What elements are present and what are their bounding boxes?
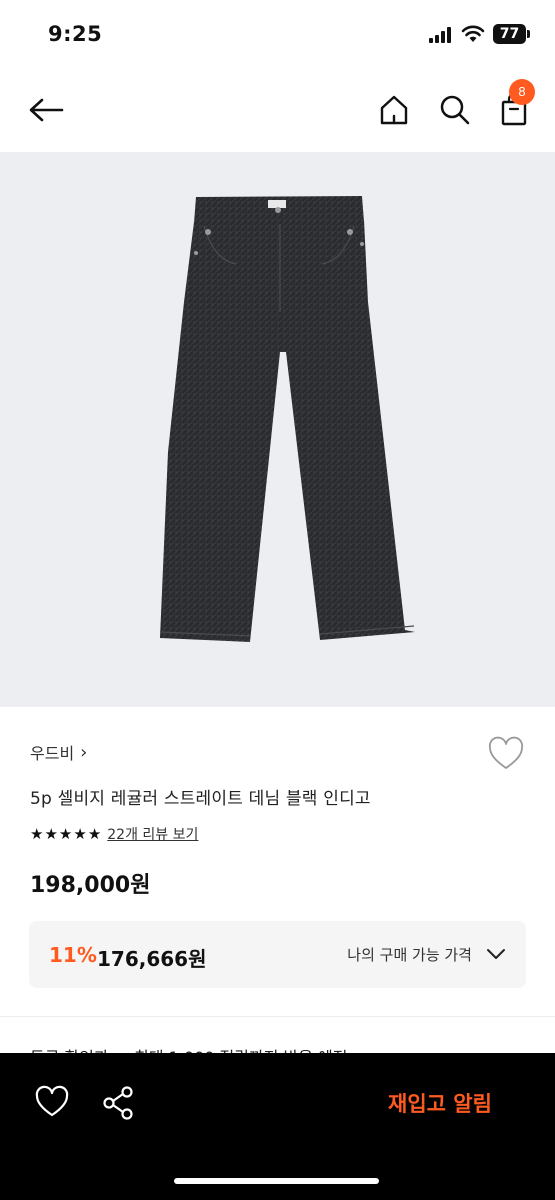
jeans-image xyxy=(159,196,415,642)
chevron-right-icon: › xyxy=(80,741,88,763)
home-button[interactable] xyxy=(376,92,412,128)
benefit-price-box[interactable]: 11% 176,666원 나의 구매 가능 가격 xyxy=(29,921,526,988)
wifi-icon xyxy=(461,25,485,42)
product-image[interactable] xyxy=(0,152,555,707)
star-icon: ★ xyxy=(44,825,58,843)
like-button[interactable] xyxy=(34,1085,70,1121)
discount-rate: 11% xyxy=(49,943,97,967)
my-price-label: 나의 구매 가능 가격 xyxy=(347,945,472,964)
heart-outline-icon xyxy=(488,736,524,769)
signal-icon xyxy=(429,27,455,43)
heart-icon xyxy=(35,1085,69,1117)
home-icon xyxy=(380,95,408,125)
bottom-action-bar: 재입고 알림 xyxy=(0,1053,555,1200)
share-button[interactable] xyxy=(101,1085,137,1121)
my-price-toggle[interactable]: 나의 구매 가능 가격 xyxy=(347,941,506,967)
share-icon xyxy=(103,1086,133,1120)
star-icon: ★ xyxy=(87,825,102,843)
back-arrow-icon xyxy=(29,98,64,122)
search-icon xyxy=(440,95,470,125)
rating-stars: ★ ★ ★ ★ ★ xyxy=(30,825,101,843)
review-link[interactable]: 22개 리뷰 보기 xyxy=(107,824,198,844)
search-button[interactable] xyxy=(437,92,473,128)
star-icon: ★ xyxy=(30,825,44,843)
product-price: 198,000원 xyxy=(30,873,151,898)
discount-price: 176,666원 xyxy=(97,947,207,971)
product-title: 5p 셀비지 레귤러 스트레이트 데님 블랙 인디고 xyxy=(30,789,371,809)
home-indicator xyxy=(174,1178,379,1184)
brand-name: 우드비 xyxy=(30,744,75,763)
chevron-down-icon xyxy=(487,949,505,959)
restock-alert-button[interactable]: 재입고 알림 xyxy=(370,1081,510,1125)
app-header xyxy=(0,70,555,152)
cart-count-badge: 8 xyxy=(509,79,535,105)
battery-level: 77 xyxy=(493,24,526,44)
status-time: 9:25 xyxy=(48,22,103,46)
rating-row: ★ ★ ★ ★ ★ 22개 리뷰 보기 xyxy=(30,824,198,844)
wishlist-button[interactable] xyxy=(487,736,525,772)
star-icon: ★ xyxy=(73,825,87,843)
star-icon: ★ xyxy=(58,825,73,843)
brand-link[interactable]: 우드비 › xyxy=(30,740,87,764)
back-button[interactable] xyxy=(26,90,66,130)
status-bar: 9:25 77 xyxy=(0,0,555,70)
section-divider xyxy=(0,1016,555,1017)
battery-icon: 77 xyxy=(493,24,531,44)
